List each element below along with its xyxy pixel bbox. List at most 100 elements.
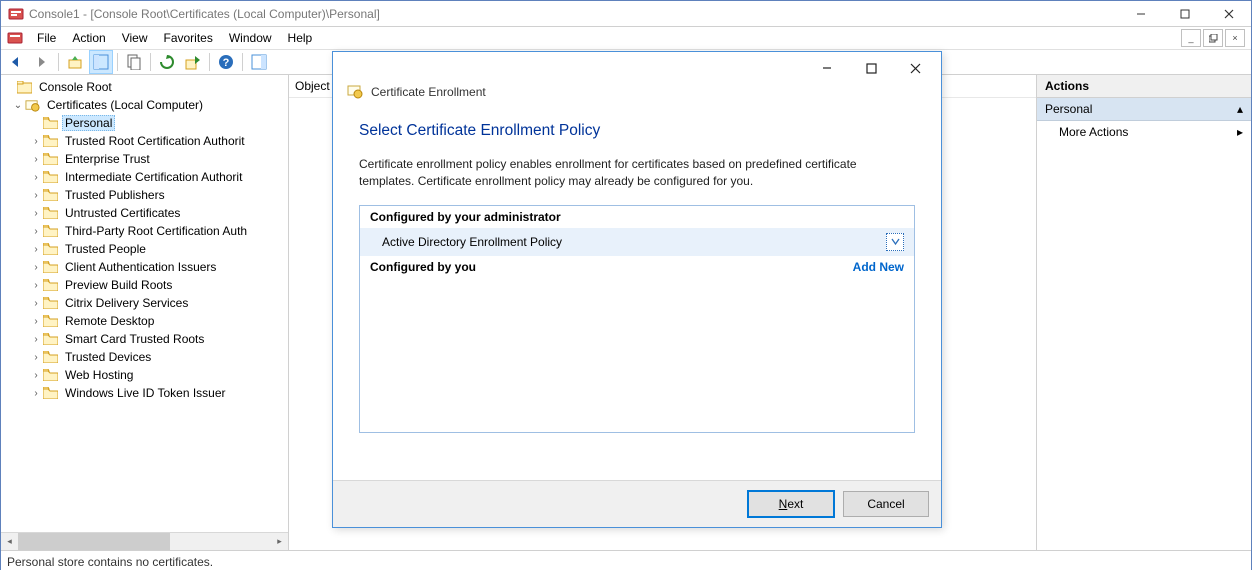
tree-snapin[interactable]: ⌄ Certificates (Local Computer) — [1, 96, 288, 114]
more-actions-item[interactable]: More Actions ▸ — [1037, 121, 1251, 143]
tree-label: Enterprise Trust — [62, 151, 153, 167]
tree-item[interactable]: › Windows Live ID Token Issuer — [1, 384, 288, 402]
certificate-enrollment-dialog: Certificate Enrollment Select Certificat… — [332, 51, 942, 528]
menu-file[interactable]: File — [29, 29, 64, 47]
expand-icon[interactable]: › — [29, 208, 43, 219]
tree-label: Smart Card Trusted Roots — [62, 331, 207, 347]
minimize-button[interactable] — [1119, 1, 1163, 26]
folder-icon — [43, 117, 58, 129]
titlebar: Console1 - [Console Root\Certificates (L… — [1, 1, 1251, 27]
window-title: Console1 - [Console Root\Certificates (L… — [29, 7, 380, 21]
folder-icon — [43, 279, 58, 291]
section-label: Configured by you — [370, 260, 476, 274]
scroll-left-button[interactable]: ◂ — [1, 533, 18, 550]
folder-icon — [43, 171, 58, 183]
expand-icon[interactable]: › — [29, 172, 43, 183]
folder-icon — [43, 315, 58, 327]
dialog-titlebar — [333, 52, 941, 84]
mdi-restore-button[interactable] — [1203, 29, 1223, 47]
scrollbar-thumb[interactable] — [18, 533, 170, 550]
tree-item[interactable]: ›Citrix Delivery Services — [1, 294, 288, 312]
menu-window[interactable]: Window — [221, 29, 280, 47]
tree-label: Windows Live ID Token Issuer — [62, 385, 229, 401]
tree-item[interactable]: ›Remote Desktop — [1, 312, 288, 330]
expand-icon[interactable]: › — [29, 334, 43, 345]
certificate-icon — [347, 84, 363, 100]
actions-section[interactable]: Personal ▴ — [1037, 98, 1251, 121]
up-button[interactable] — [63, 50, 87, 74]
tree-label: Trusted Devices — [62, 349, 154, 365]
console-root-icon — [17, 81, 32, 94]
tree-item[interactable]: ›Trusted Root Certification Authorit — [1, 132, 288, 150]
add-new-link[interactable]: Add New — [853, 260, 904, 274]
expand-icon[interactable]: › — [29, 262, 43, 273]
folder-icon — [43, 225, 58, 237]
expand-policy-button[interactable] — [886, 233, 904, 251]
copy-button[interactable] — [122, 50, 146, 74]
dialog-body: Select Certificate Enrollment Policy Cer… — [333, 108, 941, 433]
expand-icon[interactable]: › — [29, 298, 43, 309]
expand-icon[interactable]: › — [29, 370, 43, 381]
tree[interactable]: Console Root ⌄ Certificates (Local Compu… — [1, 75, 288, 532]
tree-item[interactable]: ›Third-Party Root Certification Auth — [1, 222, 288, 240]
tree-item[interactable]: › Trusted Devices — [1, 348, 288, 366]
tree-item[interactable]: Personal — [1, 114, 288, 132]
horizontal-scrollbar[interactable]: ◂ ▸ — [1, 532, 288, 550]
menu-help[interactable]: Help — [280, 29, 321, 47]
actions-pane-button[interactable] — [247, 50, 271, 74]
folder-icon — [43, 189, 58, 201]
dialog-close-button[interactable] — [893, 53, 937, 83]
tree-item[interactable]: ›Intermediate Certification Authorit — [1, 168, 288, 186]
tree-item[interactable]: ›Web Hosting — [1, 366, 288, 384]
tree-item[interactable]: › Smart Card Trusted Roots — [1, 330, 288, 348]
expand-icon[interactable]: › — [29, 388, 43, 399]
menu-view[interactable]: View — [114, 29, 156, 47]
expand-icon[interactable]: › — [29, 226, 43, 237]
policy-item-label: Active Directory Enrollment Policy — [382, 235, 562, 249]
refresh-button[interactable] — [155, 50, 179, 74]
breadcrumb-text: Certificate Enrollment — [371, 85, 486, 99]
tree-item[interactable]: ›Trusted Publishers — [1, 186, 288, 204]
menu-action[interactable]: Action — [64, 29, 113, 47]
maximize-button[interactable] — [1163, 1, 1207, 26]
tree-root[interactable]: Console Root — [1, 78, 288, 96]
mmc-window: Console1 - [Console Root\Certificates (L… — [0, 0, 1252, 570]
tree-item[interactable]: ›Client Authentication Issuers — [1, 258, 288, 276]
dialog-minimize-button[interactable] — [805, 53, 849, 83]
tree-label: Trusted People — [62, 241, 149, 257]
folder-icon — [43, 333, 58, 345]
tree-item[interactable]: › Trusted People — [1, 240, 288, 258]
expand-icon[interactable]: › — [29, 154, 43, 165]
tree-item[interactable]: ›Untrusted Certificates — [1, 204, 288, 222]
menu-favorites[interactable]: Favorites — [156, 29, 221, 47]
export-button[interactable] — [181, 50, 205, 74]
tree-item[interactable]: ›Preview Build Roots — [1, 276, 288, 294]
svg-text:?: ? — [223, 57, 230, 69]
expand-icon[interactable]: › — [29, 280, 43, 291]
cancel-button[interactable]: Cancel — [843, 491, 929, 517]
scroll-right-button[interactable]: ▸ — [271, 533, 288, 550]
forward-button[interactable] — [30, 50, 54, 74]
section-label: Configured by your administrator — [370, 210, 561, 224]
collapse-icon[interactable]: ⌄ — [11, 100, 25, 111]
back-button[interactable] — [4, 50, 28, 74]
expand-icon[interactable]: › — [29, 316, 43, 327]
show-tree-button[interactable] — [89, 50, 113, 74]
dialog-description: Certificate enrollment policy enables en… — [359, 156, 915, 191]
policy-item-ad[interactable]: Active Directory Enrollment Policy — [360, 228, 914, 256]
folder-icon — [43, 153, 58, 165]
tree-item[interactable]: › Enterprise Trust — [1, 150, 288, 168]
help-button[interactable]: ? — [214, 50, 238, 74]
expand-icon[interactable]: › — [29, 352, 43, 363]
expand-icon[interactable]: › — [29, 190, 43, 201]
dialog-maximize-button[interactable] — [849, 53, 893, 83]
expand-icon[interactable]: › — [29, 136, 43, 147]
mdi-minimize-button[interactable]: _ — [1181, 29, 1201, 47]
mdi-close-button[interactable]: × — [1225, 29, 1245, 47]
next-button[interactable]: Next — [747, 490, 835, 518]
certificates-icon — [25, 98, 40, 113]
close-button[interactable] — [1207, 1, 1251, 26]
folder-icon — [43, 369, 58, 381]
tree-label: Console Root — [36, 79, 115, 95]
expand-icon[interactable]: › — [29, 244, 43, 255]
